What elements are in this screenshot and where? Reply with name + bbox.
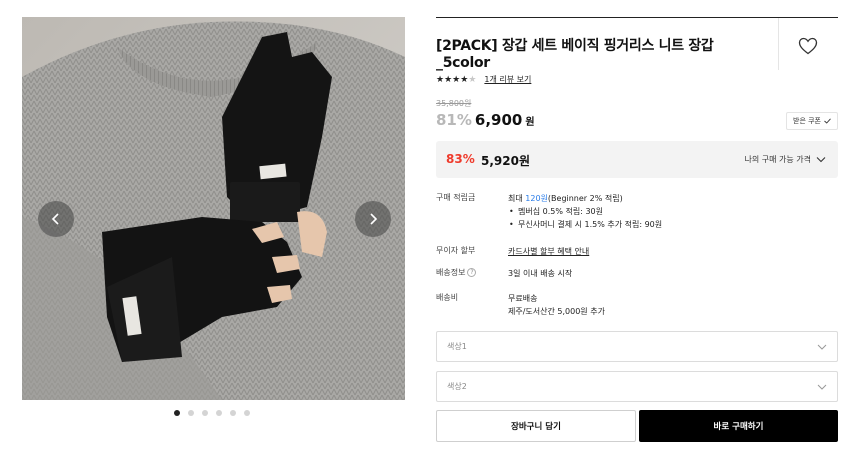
pagination-dot[interactable] bbox=[174, 410, 180, 416]
chevron-down-icon bbox=[817, 384, 827, 390]
color1-placeholder: 색상1 bbox=[447, 342, 467, 351]
star-icon: ★ bbox=[468, 74, 477, 85]
next-image-button[interactable] bbox=[355, 201, 391, 237]
original-price: 35,800원 bbox=[436, 99, 472, 108]
heart-icon[interactable] bbox=[798, 37, 818, 55]
shipping-value: 3일 이내 배송 시작 bbox=[508, 269, 573, 278]
product-image-gallery[interactable] bbox=[22, 17, 405, 400]
chevron-down-icon bbox=[816, 157, 826, 163]
pagination-dot[interactable] bbox=[188, 410, 194, 416]
chevron-down-icon bbox=[817, 344, 827, 350]
points-detail-membership: 멤버십 0.5% 적립: 30원 bbox=[508, 205, 828, 218]
color2-placeholder: 색상2 bbox=[447, 382, 467, 391]
coupon-label: 받은 쿠폰 bbox=[793, 117, 821, 125]
discount-rate: 81% bbox=[436, 111, 472, 129]
shipping-key: 배송정보 bbox=[436, 268, 466, 277]
coupon-button[interactable]: 받은 쿠폰 bbox=[786, 112, 838, 130]
check-icon bbox=[824, 118, 831, 124]
review-link[interactable]: 1개 리뷰 보기 bbox=[484, 74, 531, 85]
points-prefix: 최대 bbox=[508, 194, 526, 203]
points-amount: 120원 bbox=[525, 194, 548, 203]
rating-row: ★★★★★ 1개 리뷰 보기 bbox=[436, 74, 531, 85]
question-icon[interactable]: ? bbox=[467, 268, 477, 277]
points-value: 최대 120원(Beginner 2% 적립) 멤버십 0.5% 적립: 30원… bbox=[508, 192, 828, 231]
divider bbox=[778, 18, 779, 70]
points-key: 구매 적립금 bbox=[436, 193, 476, 202]
add-to-cart-button[interactable]: 장바구니 담기 bbox=[436, 410, 636, 442]
gallery-pagination bbox=[174, 410, 250, 416]
points-suffix: (Beginner 2% 적립) bbox=[547, 194, 623, 203]
buy-now-button[interactable]: 바로 구매하기 bbox=[639, 410, 838, 442]
installment-link[interactable]: 카드사별 할부 혜택 안내 bbox=[508, 245, 828, 258]
chevron-left-icon bbox=[51, 213, 59, 225]
chevron-right-icon bbox=[370, 213, 378, 225]
fee-extra: 제주/도서산간 5,000원 추가 bbox=[508, 307, 605, 316]
fee-value: 무료배송 제주/도서산간 5,000원 추가 bbox=[508, 292, 828, 318]
price-unit: 원 bbox=[525, 117, 535, 128]
star-rating: ★★★★★ bbox=[436, 75, 476, 85]
pagination-dot[interactable] bbox=[216, 410, 222, 416]
sale-price: 6,900 bbox=[474, 111, 523, 129]
star-icon: ★ bbox=[444, 74, 453, 85]
product-title: [2PACK] 장갑 세트 베이직 핑거리스 니트 장갑_5color bbox=[436, 38, 714, 71]
star-icon: ★ bbox=[436, 74, 445, 85]
my-price-amount: 5,920원 bbox=[481, 154, 530, 168]
product-photo bbox=[22, 17, 405, 400]
pagination-dot[interactable] bbox=[202, 410, 208, 416]
fee-key: 배송비 bbox=[436, 293, 459, 302]
price-row: 81% 6,900 원 bbox=[436, 111, 535, 129]
my-price-discount: 83% bbox=[446, 152, 475, 166]
my-price-label: 나의 구매 가능 가격 bbox=[744, 155, 811, 164]
color2-select[interactable]: 색상2 bbox=[436, 371, 838, 402]
pagination-dot[interactable] bbox=[230, 410, 236, 416]
previous-image-button[interactable] bbox=[38, 201, 74, 237]
fee-free: 무료배송 bbox=[508, 294, 538, 303]
pagination-dot[interactable] bbox=[244, 410, 250, 416]
points-detail-money: 무신사머니 결제 시 1.5% 추가 적립: 90원 bbox=[508, 218, 828, 231]
my-price-box[interactable]: 83% 5,920원 나의 구매 가능 가격 bbox=[436, 141, 838, 178]
color1-select[interactable]: 색상1 bbox=[436, 331, 838, 362]
shipping-key-wrap: 배송정보? bbox=[436, 267, 506, 278]
my-price-toggle[interactable]: 나의 구매 가능 가격 bbox=[744, 154, 826, 165]
installment-key: 무이자 할부 bbox=[436, 246, 476, 255]
